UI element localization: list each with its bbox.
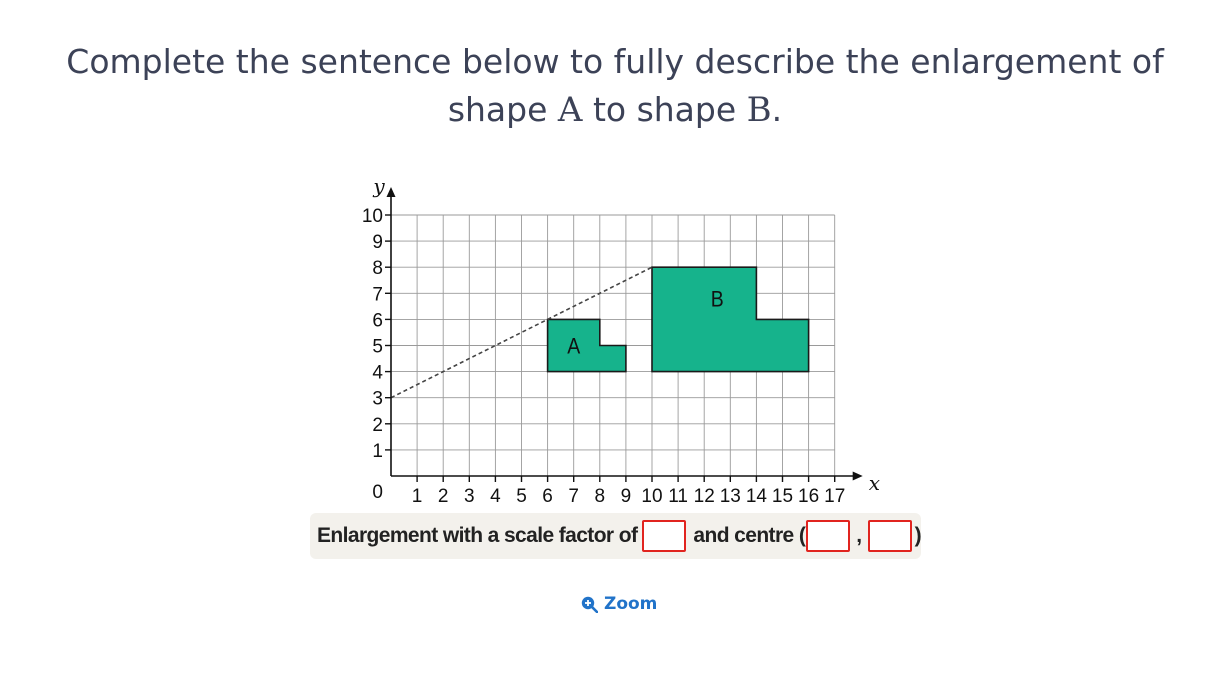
y-tick-label: 1 bbox=[372, 441, 383, 462]
x-tick-label: 3 bbox=[464, 486, 475, 507]
zoom-in-icon bbox=[581, 596, 598, 613]
answer-sentence: Enlargement with a scale factor of and c… bbox=[310, 513, 922, 559]
x-tick-label: 5 bbox=[516, 486, 527, 507]
y-tick-label: 4 bbox=[372, 363, 383, 384]
x-tick-label: 8 bbox=[595, 486, 606, 507]
shape-b bbox=[651, 266, 810, 373]
x-tick-label: 9 bbox=[621, 486, 632, 507]
x-axis-arrow-icon bbox=[852, 471, 863, 481]
x-tick-label: 15 bbox=[772, 486, 793, 507]
x-tick-label: 16 bbox=[798, 486, 819, 507]
y-tick-label: 2 bbox=[372, 415, 383, 436]
y-tick-label: 3 bbox=[372, 389, 383, 410]
answer-comma: , bbox=[856, 524, 862, 547]
x-tick-label: 1 bbox=[412, 486, 423, 507]
x-tick-label: 2 bbox=[438, 486, 449, 507]
y-axis-label: y bbox=[372, 174, 385, 198]
x-tick-label: 14 bbox=[746, 486, 768, 507]
zoom-label: Zoom bbox=[604, 594, 658, 614]
x-tick-label: 10 bbox=[641, 486, 662, 507]
x-tick-label: 12 bbox=[694, 486, 715, 507]
x-tick-label: 11 bbox=[668, 486, 688, 507]
y-tick-label: 8 bbox=[372, 258, 383, 279]
y-axis-arrow-icon bbox=[386, 187, 396, 197]
centre-y-input[interactable] bbox=[867, 520, 912, 552]
x-tick-label: 7 bbox=[568, 486, 579, 507]
x-tick-label: 4 bbox=[490, 486, 501, 507]
y-tick-label: 9 bbox=[372, 232, 383, 253]
shape-a bbox=[546, 318, 627, 373]
x-axis-label: x bbox=[869, 471, 880, 495]
centre-x-input[interactable] bbox=[806, 520, 851, 552]
y-tick-label: 6 bbox=[372, 310, 383, 331]
x-tick-label: 13 bbox=[720, 486, 741, 507]
answer-text-scale-factor: Enlargement with a scale factor of bbox=[317, 524, 638, 547]
answer-text-centre: and centre ( bbox=[693, 524, 806, 547]
y-tick-label: 10 bbox=[362, 206, 383, 227]
shape-a-label: A bbox=[567, 334, 580, 359]
x-tick-label: 6 bbox=[542, 486, 553, 507]
scale-factor-input[interactable] bbox=[642, 520, 687, 552]
enlargement-grid-figure: AB1 2 3 4 5 6 7 8 9 10 11 12 13 14 15 16 17123456789100 x… bbox=[362, 174, 880, 507]
answer-close-paren: ) bbox=[914, 524, 922, 547]
y-tick-label: 7 bbox=[372, 284, 383, 305]
zoom-button[interactable]: Zoom bbox=[581, 594, 657, 614]
shape-b-label: B bbox=[711, 287, 724, 312]
origin-label: 0 bbox=[372, 482, 383, 503]
y-tick-label: 5 bbox=[372, 337, 383, 358]
x-tick-label: 17 bbox=[824, 486, 845, 507]
